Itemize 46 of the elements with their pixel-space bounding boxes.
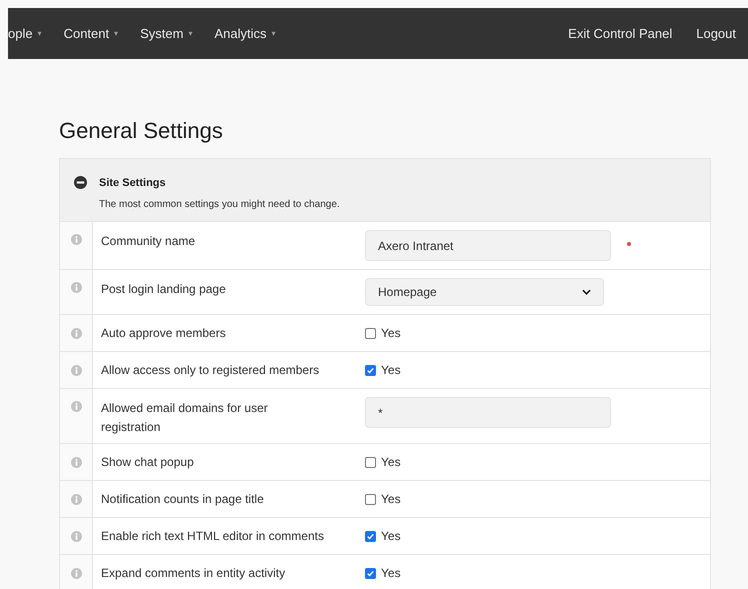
nav-menu[interactable]: System ▾ — [140, 24, 192, 44]
checkbox[interactable] — [365, 568, 376, 578]
section-header[interactable]: Site Settings The most common settings you might need to change. — [60, 159, 710, 222]
text-field[interactable]: Axero Intranet — [365, 230, 611, 261]
setting-label: Post login landing page — [101, 281, 227, 298]
checkbox[interactable] — [365, 530, 376, 542]
setting-label: Auto approve members — [101, 324, 227, 342]
info-icon[interactable] — [70, 364, 82, 376]
setting-label: Show chat popup — [101, 454, 195, 470]
info-icon[interactable] — [70, 328, 82, 338]
checkbox-label: Yes — [381, 491, 401, 508]
info-icon[interactable] — [70, 401, 82, 412]
setting-label: Notification counts in page title — [101, 490, 265, 508]
nav-link[interactable]: Exit Control Panel — [568, 24, 672, 44]
collapse-icon[interactable] — [74, 176, 87, 189]
setting-label: Allowed email domains for user registration — [101, 400, 269, 436]
chevron-down-icon — [582, 289, 591, 295]
info-icon[interactable] — [70, 494, 82, 504]
checkbox[interactable] — [365, 364, 376, 376]
nav-menu[interactable]: Analytics ▾ — [214, 24, 276, 44]
nav-menu[interactable]: Content ▾ — [64, 24, 118, 44]
setting-label: Enable rich text HTML editor in comments — [101, 528, 325, 544]
setting-label: Community name — [101, 233, 196, 250]
setting-label: Allow access only to registered members — [101, 362, 320, 378]
checkbox[interactable] — [365, 456, 376, 468]
checkbox[interactable] — [365, 328, 376, 338]
checkbox-label: Yes — [381, 565, 401, 582]
checkbox-label: Yes — [381, 325, 401, 342]
checkbox[interactable] — [365, 494, 376, 504]
page-title: General Settings — [59, 117, 224, 145]
info-icon[interactable] — [70, 456, 82, 468]
setting-label: Expand comments in entity activity — [101, 564, 286, 582]
info-icon[interactable] — [70, 568, 82, 578]
text-field[interactable]: * — [365, 397, 611, 428]
checkbox-label: Yes — [381, 528, 401, 545]
select-field[interactable]: Homepage — [365, 278, 604, 306]
checkbox-label: Yes — [381, 454, 401, 471]
nav-menu[interactable]: ople ▾ — [8, 24, 42, 44]
checkbox-label: Yes — [381, 362, 401, 379]
section-title: Site Settings — [99, 176, 167, 191]
required-icon — [627, 242, 631, 246]
info-icon[interactable] — [70, 234, 82, 245]
info-icon[interactable] — [70, 530, 82, 542]
info-icon[interactable] — [70, 282, 82, 293]
section-description: The most common settings you might need to change. — [99, 198, 340, 212]
nav-link[interactable]: Logout — [696, 24, 736, 44]
